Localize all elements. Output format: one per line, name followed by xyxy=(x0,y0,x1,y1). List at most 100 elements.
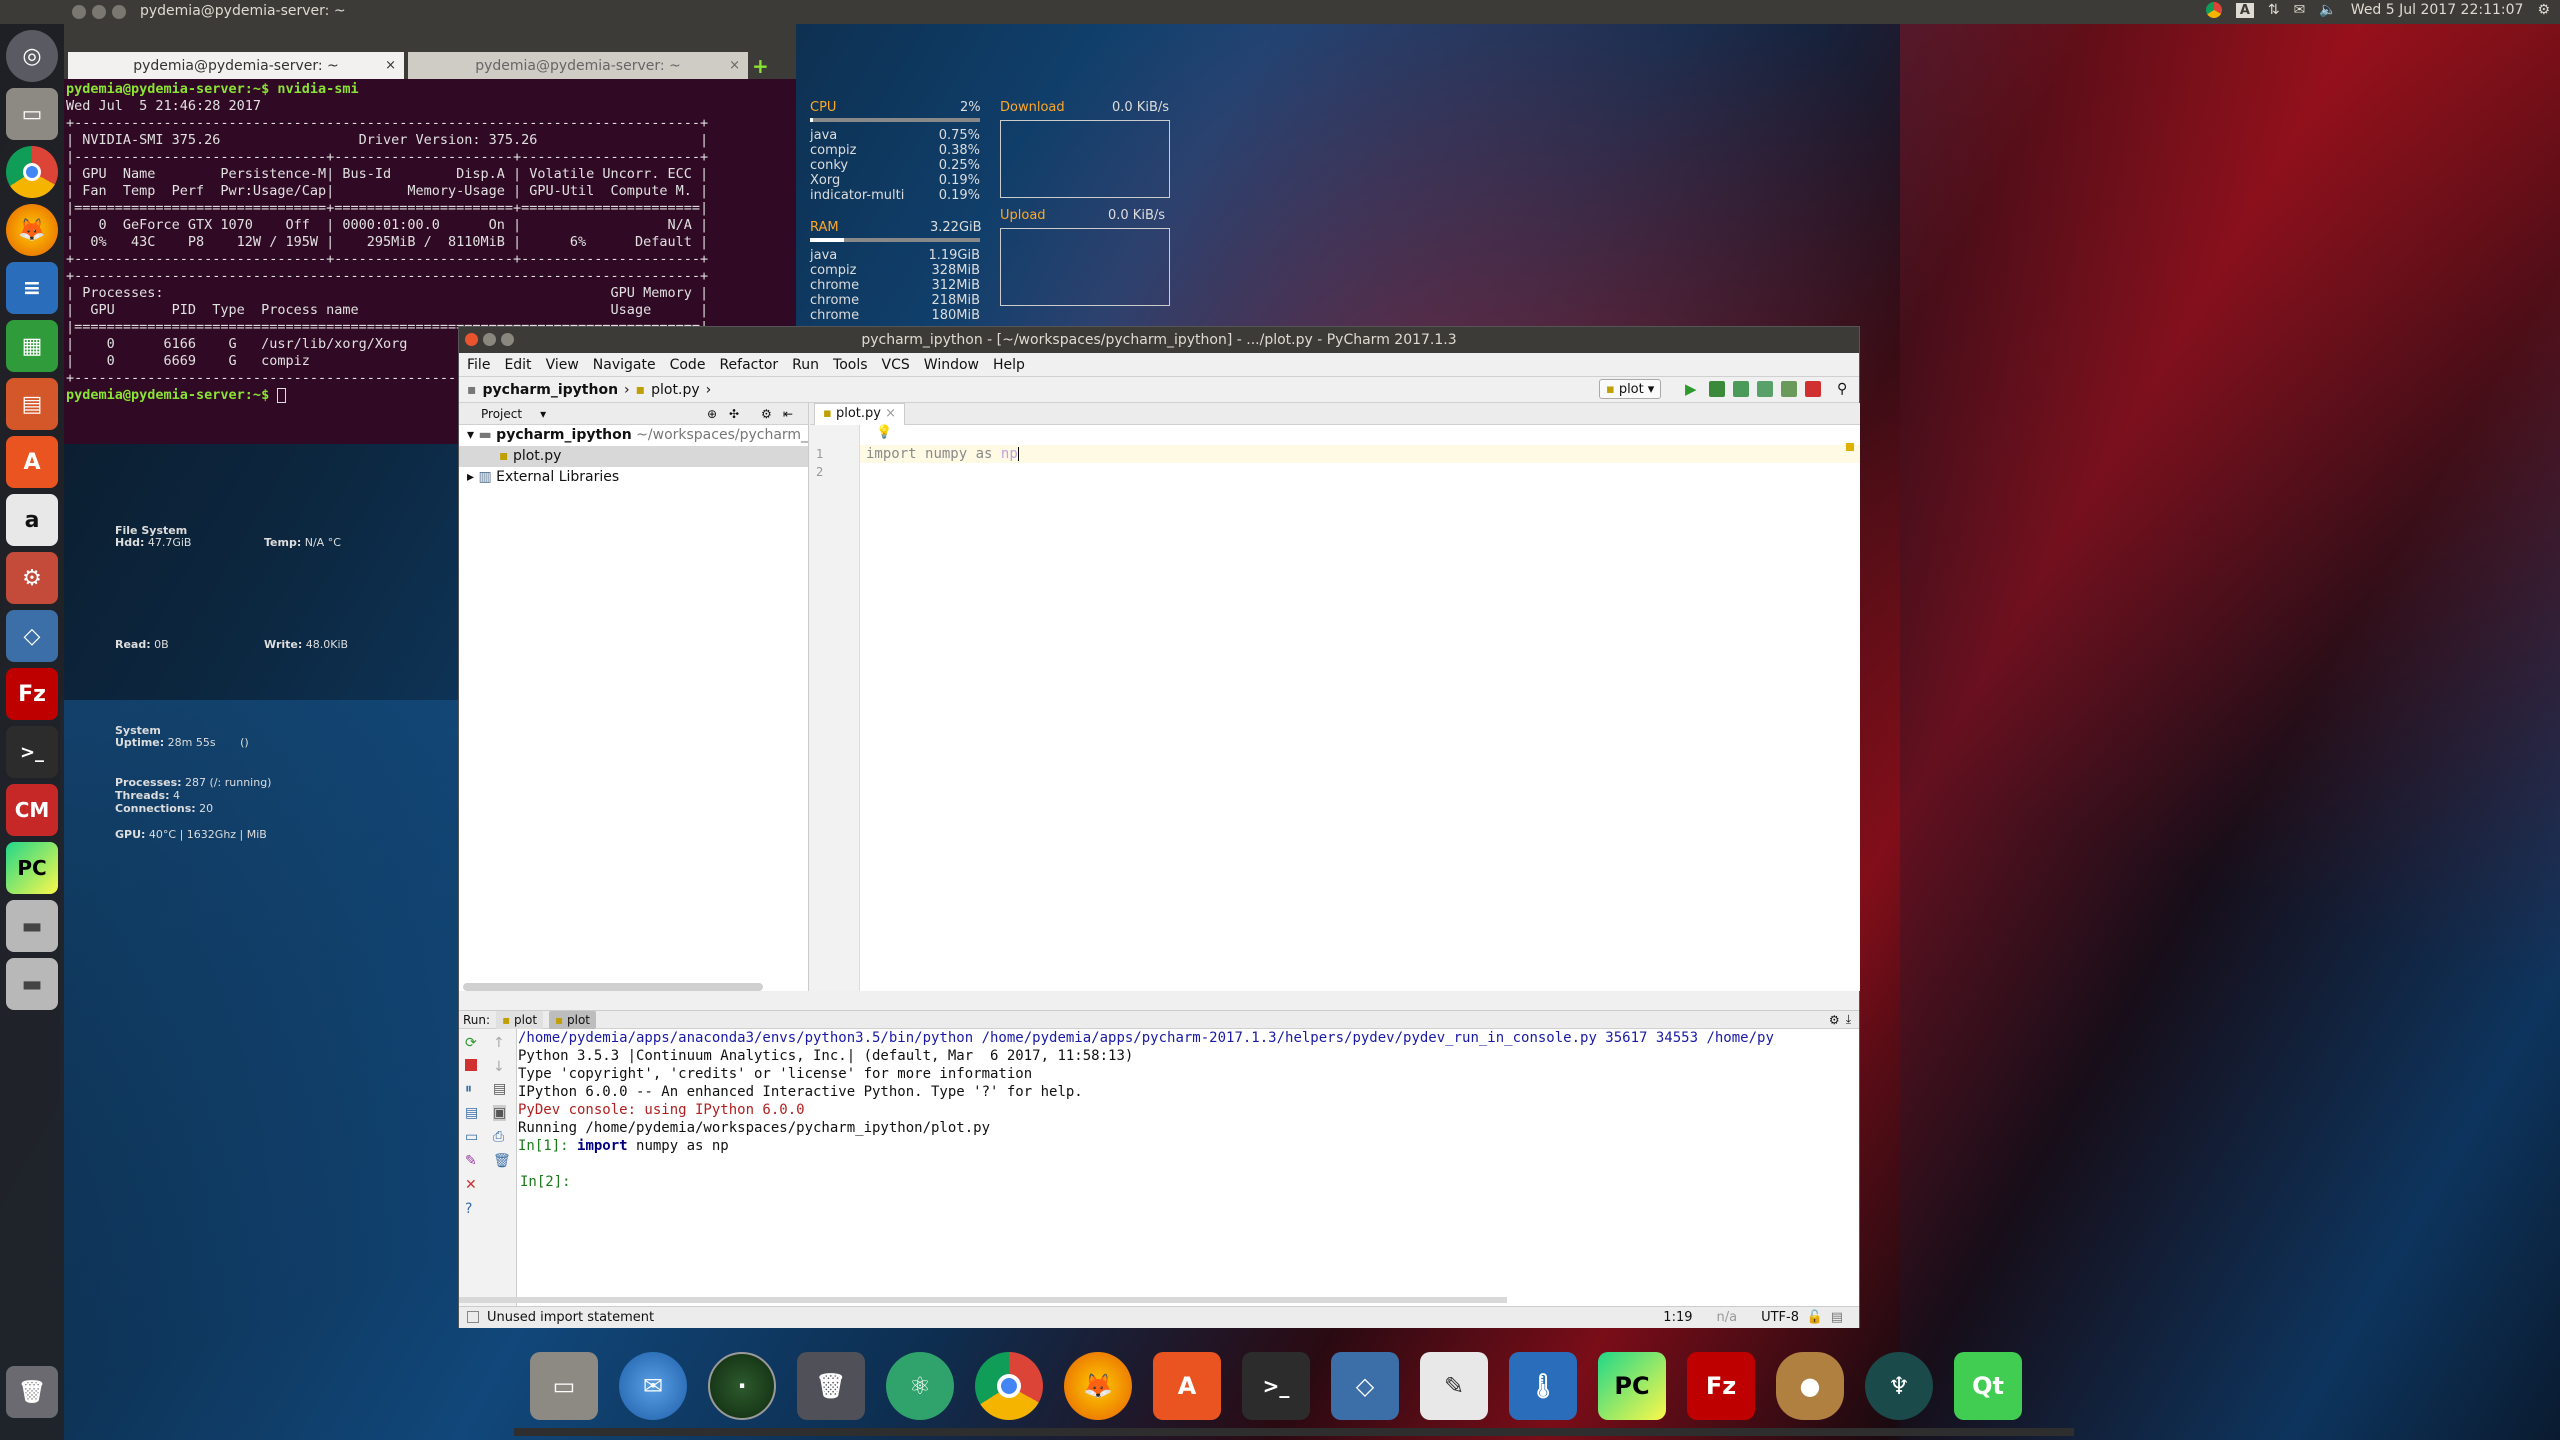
wrap-icon[interactable]: ▤ xyxy=(493,1081,506,1097)
virtualbox-icon[interactable]: ◇ xyxy=(6,610,58,662)
debug-icon[interactable] xyxy=(1709,381,1725,397)
mail-icon[interactable]: ✉ xyxy=(2294,2,2306,18)
close-icon[interactable] xyxy=(465,333,478,346)
coverage-icon[interactable] xyxy=(1733,381,1749,397)
close-icon[interactable]: ✕ xyxy=(465,1177,477,1193)
close-icon[interactable]: × xyxy=(385,58,396,73)
chevron-right-icon[interactable]: ▸ xyxy=(467,469,474,485)
search-icon[interactable]: ⚲ xyxy=(1837,381,1853,397)
menu-run[interactable]: Run xyxy=(792,357,819,373)
menu-help[interactable]: Help xyxy=(993,357,1025,373)
threads-icon[interactable]: ▤ xyxy=(465,1105,478,1121)
virtualbox-icon[interactable]: ◇ xyxy=(1331,1352,1399,1420)
pycharm-window[interactable]: pycharm_ipython - [~/workspaces/pycharm_… xyxy=(458,326,1860,1328)
menu-vcs[interactable]: VCS xyxy=(882,357,910,373)
files-icon[interactable]: ▭ xyxy=(6,88,58,140)
history-icon[interactable]: ▣ xyxy=(493,1105,507,1121)
filezilla-icon[interactable]: Fz xyxy=(6,668,58,720)
close-icon[interactable]: × xyxy=(885,406,896,421)
variables-icon[interactable]: ▭ xyxy=(465,1129,478,1145)
pause-icon[interactable]: ⏸ xyxy=(465,1081,472,1097)
code-line[interactable] xyxy=(860,463,1860,481)
rerun-icon[interactable]: ⟳ xyxy=(465,1035,477,1051)
trash-icon[interactable]: 🗑 xyxy=(797,1352,865,1420)
run-tab-active[interactable]: ▪ plot xyxy=(549,1010,596,1029)
gear-icon[interactable]: ⚙ xyxy=(1829,1013,1840,1027)
network-icon[interactable]: ⇅ xyxy=(2268,2,2280,18)
horizontal-scrollbar[interactable] xyxy=(463,983,763,991)
calc-icon[interactable]: ▦ xyxy=(6,320,58,372)
project-view-select[interactable]: Project xyxy=(481,407,522,421)
menu-view[interactable]: View xyxy=(546,357,579,373)
files-icon[interactable]: ▭ xyxy=(530,1352,598,1420)
console-output[interactable]: /home/pydemia/apps/anaconda3/envs/python… xyxy=(517,1029,1859,1307)
maximize-icon[interactable] xyxy=(501,333,514,346)
sync-icon[interactable]: ⊕ xyxy=(707,403,717,425)
menu-file[interactable]: File xyxy=(467,357,490,373)
collapse-icon[interactable]: ✣ xyxy=(729,403,739,425)
breadcrumb-file[interactable]: plot.py xyxy=(651,382,699,398)
chrome-indicator-icon[interactable] xyxy=(2205,2,2222,18)
thermometer-icon[interactable]: 🌡 xyxy=(1509,1352,1577,1420)
code-line[interactable]: import numpy as np xyxy=(860,445,1860,463)
gitkraken-icon[interactable]: ♆ xyxy=(1865,1352,1933,1420)
gear-icon[interactable]: ⚙ xyxy=(761,403,772,425)
editor-tab[interactable]: ▪ plot.py × xyxy=(814,403,905,425)
menu-refactor[interactable]: Refactor xyxy=(719,357,778,373)
pin-icon[interactable]: ✎ xyxy=(465,1153,477,1169)
pycharm-icon[interactable]: PC xyxy=(1598,1352,1666,1420)
add-tab-icon[interactable]: + xyxy=(752,54,769,78)
clock[interactable]: Wed 5 Jul 2017 22:11:07 xyxy=(2351,2,2524,18)
software-center-icon[interactable]: A xyxy=(6,436,58,488)
code-area[interactable]: import numpy as np xyxy=(860,425,1860,991)
concurrency-icon[interactable] xyxy=(1781,381,1797,397)
stop-icon[interactable] xyxy=(465,1059,477,1071)
console-input[interactable]: In[2]: xyxy=(518,1173,1859,1191)
clear-icon[interactable]: 🗑 xyxy=(493,1153,511,1169)
atom-icon[interactable]: ⚛ xyxy=(886,1352,954,1420)
drive-icon[interactable]: ▬ xyxy=(6,900,58,952)
terminal-icon[interactable]: >_ xyxy=(6,726,58,778)
menu-edit[interactable]: Edit xyxy=(504,357,531,373)
cm-icon[interactable]: CM xyxy=(6,784,58,836)
writer-icon[interactable]: ≡ xyxy=(6,262,58,314)
menu-window[interactable]: Window xyxy=(924,357,979,373)
stop-icon[interactable] xyxy=(1805,381,1821,397)
minimize-icon[interactable] xyxy=(483,333,496,346)
firefox-icon[interactable]: 🦊 xyxy=(6,204,58,256)
keyboard-indicator-icon[interactable]: A xyxy=(2235,2,2254,18)
software-center-icon[interactable]: A xyxy=(1153,1352,1221,1420)
terminal-tab[interactable]: pydemia@pydemia-server: ~ × xyxy=(408,52,748,79)
maximize-icon[interactable] xyxy=(112,5,126,19)
status-toggle-icon[interactable] xyxy=(467,1311,479,1323)
hide-icon[interactable]: ⤓ xyxy=(1846,1012,1851,1027)
down-icon[interactable]: ↓ xyxy=(493,1059,505,1075)
window-controls[interactable] xyxy=(72,5,126,19)
thunderbird-icon[interactable]: ✉ xyxy=(619,1352,687,1420)
tree-item-project-root[interactable]: ▾ ▬ pycharm_ipython ~/workspaces/pycharm… xyxy=(459,425,808,446)
up-icon[interactable]: ↑ xyxy=(493,1035,505,1051)
terminal-tab[interactable]: pydemia@pydemia-server: ~ × xyxy=(68,52,404,79)
window-controls[interactable] xyxy=(465,333,514,346)
menu-code[interactable]: Code xyxy=(670,357,706,373)
print-icon[interactable]: ⎙ xyxy=(493,1129,504,1145)
run-tab[interactable]: ▪ plot xyxy=(496,1010,544,1029)
close-icon[interactable]: × xyxy=(729,58,740,73)
trash-icon[interactable]: 🗑 xyxy=(6,1366,58,1418)
terminal-icon[interactable]: >_ xyxy=(1242,1352,1310,1420)
caret-position[interactable]: 1:19 xyxy=(1663,1310,1692,1325)
memory-icon[interactable]: ▤ xyxy=(1831,1310,1843,1325)
help-icon[interactable]: ? xyxy=(465,1201,472,1217)
settings-icon[interactable]: ⚙ xyxy=(6,552,58,604)
acorn-icon[interactable]: ● xyxy=(1776,1352,1844,1420)
breadcrumb-project[interactable]: pycharm_ipython xyxy=(483,382,619,398)
run-icon[interactable]: ▶ xyxy=(1685,381,1701,397)
text-editor-icon[interactable]: ✎ xyxy=(1420,1352,1488,1420)
drive-icon[interactable]: ▬ xyxy=(6,958,58,1010)
impress-icon[interactable]: ▤ xyxy=(6,378,58,430)
radar-icon[interactable]: · xyxy=(708,1352,776,1420)
tree-item-external[interactable]: ▸ ▥ External Libraries xyxy=(459,467,808,488)
menu-tools[interactable]: Tools xyxy=(833,357,868,373)
pycharm-icon[interactable]: PC xyxy=(6,842,58,894)
line-separator[interactable]: n/a xyxy=(1717,1310,1738,1325)
